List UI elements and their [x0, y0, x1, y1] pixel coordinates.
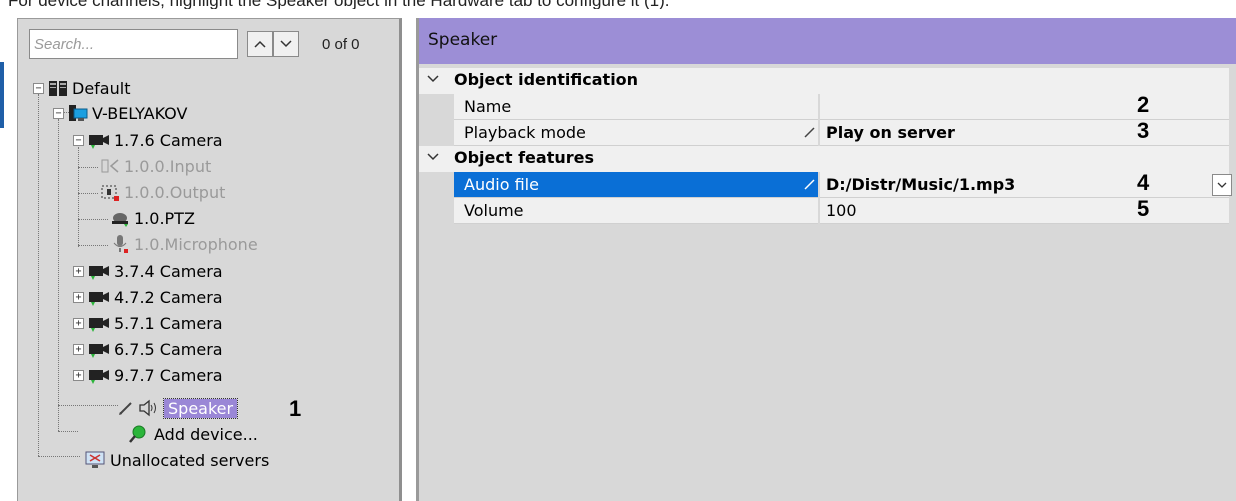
tree-label: Unallocated servers — [110, 450, 270, 470]
add-device-icon — [128, 424, 150, 444]
tree-label: 4.7.2 Camera — [114, 287, 223, 307]
callout-4: 4 — [1137, 170, 1150, 195]
property-label: Volume — [454, 198, 818, 224]
tree-label: 1.0.0.Output — [124, 182, 226, 202]
property-value-audio-file[interactable]: D:/Distr/Music/1.mp3 — [820, 172, 1229, 198]
property-row-audio-file[interactable]: Audio file D:/Distr/Music/1.mp3 — [419, 172, 1232, 198]
tree-node-default[interactable]: − Default — [33, 75, 130, 101]
property-value-volume[interactable]: 100 — [820, 198, 1229, 224]
camera-icon — [88, 366, 110, 384]
camera-icon — [88, 314, 110, 332]
tree-label: Default — [72, 78, 131, 98]
caption-text: For device channels, highlight the Speak… — [0, 0, 1236, 9]
tree-label: 1.0.0.Input — [124, 156, 212, 176]
tree-node-input[interactable]: 1.0.0.Input — [100, 153, 211, 179]
tree-label: 1.0.PTZ — [134, 208, 195, 228]
speaker-icon — [138, 399, 160, 417]
tree-node-camera-expanded[interactable]: − 1.7.6 Camera — [73, 127, 223, 153]
property-row-volume[interactable]: Volume 100 — [419, 198, 1229, 224]
tree-node-ptz[interactable]: 1.0.PTZ — [110, 205, 195, 231]
properties-title: Speaker — [419, 18, 1236, 64]
collapse-toggle[interactable]: − — [53, 107, 64, 119]
section-title: Object features — [454, 148, 595, 167]
tree-node-camera[interactable]: + 9.7.7 Camera — [73, 362, 223, 388]
tree-label-selected: Speaker — [162, 397, 239, 419]
section-title: Object identification — [454, 70, 639, 89]
property-label: Audio file — [454, 172, 818, 198]
server-icon — [68, 103, 88, 123]
property-label: Playback mode — [454, 120, 818, 146]
expand-toggle[interactable]: + — [73, 265, 84, 277]
expand-toggle[interactable]: + — [73, 369, 84, 381]
page-margin-marker — [0, 62, 4, 128]
tree-node-camera[interactable]: + 5.7.1 Camera — [73, 310, 223, 336]
collapse-toggle[interactable]: − — [73, 134, 84, 146]
property-label: Name — [454, 94, 818, 120]
camera-icon — [88, 131, 110, 149]
callout-3: 3 — [1137, 118, 1150, 143]
section-object-identification[interactable]: Object identification — [419, 68, 1229, 94]
camera-icon — [88, 340, 110, 358]
callout-5: 5 — [1137, 196, 1150, 221]
callout-1: 1 — [289, 396, 302, 421]
tree-node-camera[interactable]: + 4.7.2 Camera — [73, 284, 223, 310]
tree-node-output[interactable]: 1.0.0.Output — [100, 179, 225, 205]
callout-2: 2 — [1137, 92, 1150, 117]
tree-label: 1.7.6 Camera — [114, 130, 223, 150]
output-icon — [100, 183, 120, 201]
properties-panel: Speaker Object identification Name 2 Pla… — [416, 18, 1236, 501]
property-row-playback-mode[interactable]: Playback mode Play on server — [419, 120, 1229, 146]
tree-node-microphone[interactable]: 1.0.Microphone — [110, 231, 258, 257]
tree-node-speaker[interactable]: Speaker — [118, 395, 239, 421]
unallocated-server-icon — [84, 450, 106, 470]
audio-file-dropdown-button[interactable] — [1212, 174, 1232, 196]
property-value-name[interactable] — [820, 94, 1229, 120]
property-value-playback-mode[interactable]: Play on server — [820, 120, 1229, 146]
microphone-icon — [110, 234, 130, 254]
tree-label: V-BELYAKOV — [92, 103, 188, 123]
tree-node-camera[interactable]: + 3.7.4 Camera — [73, 258, 223, 284]
camera-icon — [88, 288, 110, 306]
expand-toggle[interactable]: + — [73, 343, 84, 355]
tree-label: 5.7.1 Camera — [114, 313, 223, 333]
tree-node-add-device[interactable]: Add device... — [128, 421, 258, 447]
pencil-icon — [118, 400, 134, 416]
section-object-features[interactable]: Object features — [419, 146, 1229, 172]
tree-label: 1.0.Microphone — [134, 234, 258, 254]
tree-node-server[interactable]: − V-BELYAKOV — [53, 100, 187, 126]
pencil-icon — [804, 127, 815, 138]
tree-label: 9.7.7 Camera — [114, 365, 223, 385]
chevron-down-icon — [1217, 182, 1227, 188]
tree-label: 6.7.5 Camera — [114, 339, 223, 359]
server-group-icon — [48, 79, 68, 97]
property-row-name[interactable]: Name — [419, 94, 1229, 120]
pencil-icon — [804, 179, 815, 190]
input-icon — [100, 157, 120, 175]
chevron-down-icon — [427, 75, 439, 83]
hardware-tree-panel: 0 of 0 − Default − V-BELYAKOV − — [17, 18, 402, 501]
tree-label: Add device... — [154, 424, 258, 444]
camera-icon — [88, 262, 110, 280]
ptz-icon — [110, 209, 130, 227]
device-tree: − Default − V-BELYAKOV − 1.7.6 Camera 1.… — [18, 19, 399, 501]
tree-node-unallocated[interactable]: Unallocated servers — [84, 447, 269, 473]
tree-node-camera[interactable]: + 6.7.5 Camera — [73, 336, 223, 362]
expand-toggle[interactable]: + — [73, 291, 84, 303]
chevron-down-icon — [427, 153, 439, 161]
expand-toggle[interactable]: + — [73, 317, 84, 329]
tree-label: 3.7.4 Camera — [114, 261, 223, 281]
collapse-toggle[interactable]: − — [33, 82, 44, 94]
